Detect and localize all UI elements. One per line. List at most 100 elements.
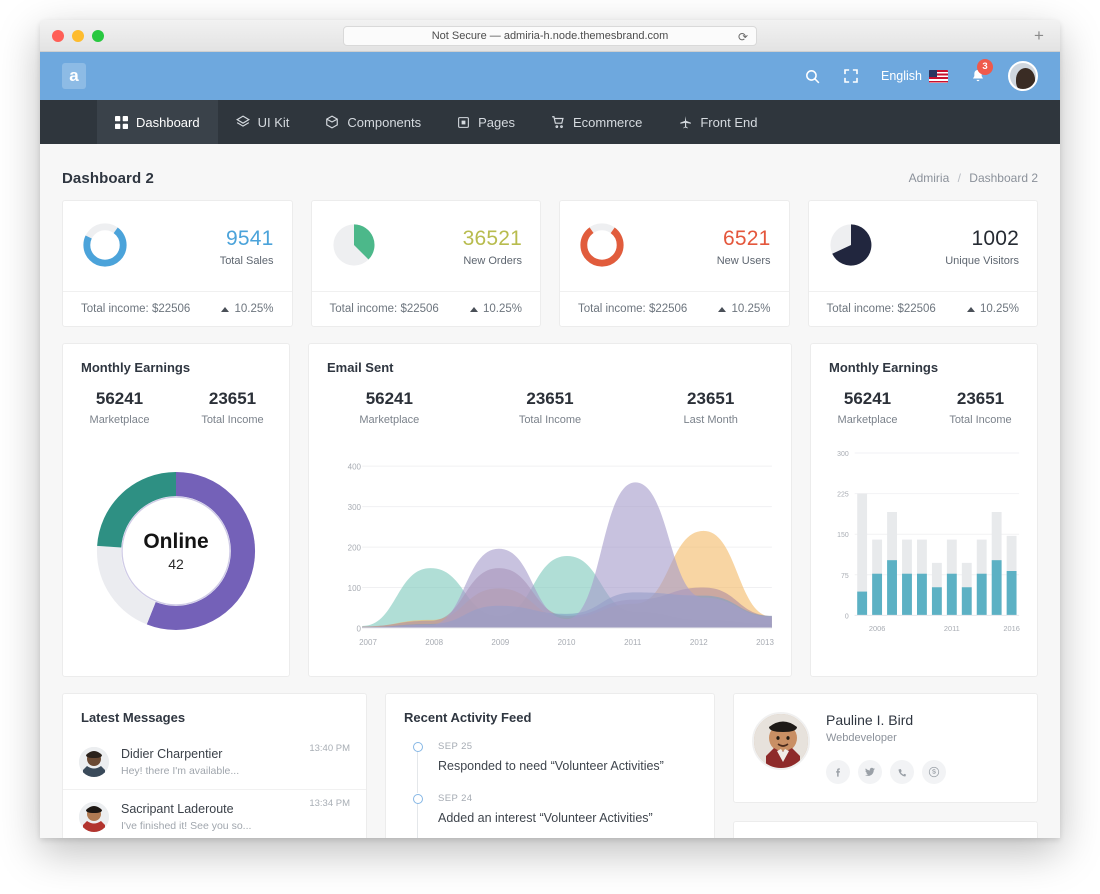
grid-icon	[115, 115, 128, 129]
cart-icon	[551, 115, 565, 129]
stat-card-new-orders: 36521 New Orders Total income: $22506 10…	[310, 200, 541, 327]
twitter-icon[interactable]	[858, 760, 882, 784]
layers-icon	[235, 115, 250, 129]
kpi-group: 56241 Marketplace 23651 Total Income	[811, 375, 1037, 426]
kpi-label: Total Income	[949, 414, 1012, 426]
right-column: Pauline I. Bird Webdeveloper	[733, 693, 1038, 838]
trend-up-icon	[966, 306, 975, 312]
notification-badge: 3	[977, 58, 993, 75]
activity-date: SEP 25	[438, 741, 473, 752]
stat-percent-value: 10.25%	[979, 303, 1019, 315]
stat-percent: 10.25%	[966, 303, 1019, 315]
phone-icon[interactable]	[890, 760, 914, 784]
breadcrumb-current: Dashboard 2	[969, 171, 1038, 185]
kpi-value: 23651	[687, 389, 735, 408]
close-window-button[interactable]	[52, 29, 64, 42]
svg-text:300: 300	[837, 451, 849, 458]
activity-item[interactable]: SEP 25 Responded to need “Volunteer Activ…	[386, 735, 714, 793]
nav-item-components[interactable]: Components	[307, 100, 439, 144]
nav-item-dashboard[interactable]: Dashboard	[97, 100, 218, 144]
svg-text:2016: 2016	[1003, 624, 1019, 633]
reload-icon[interactable]: ⟳	[738, 29, 748, 45]
svg-text:0: 0	[357, 625, 362, 634]
card-title: Recent Activity Feed	[404, 710, 532, 725]
kpi-value: 23651	[956, 389, 1005, 408]
svg-text:100: 100	[348, 584, 362, 593]
notification-bell[interactable]: 3	[970, 58, 993, 85]
list-item[interactable]: Didier Charpentier Hey! there I'm availab…	[63, 735, 366, 789]
breadcrumb-root[interactable]: Admiria	[909, 171, 950, 185]
svg-text:2011: 2011	[624, 638, 642, 647]
live-order-card: ❤ You have a live Order !!	[733, 821, 1038, 838]
stat-value: 6521	[722, 227, 771, 250]
svg-text:2006: 2006	[869, 624, 885, 633]
skype-icon[interactable]	[922, 760, 946, 784]
page-content: 9541 Total Sales Total income: $22506 10…	[40, 200, 1060, 838]
stat-percent-value: 10.25%	[234, 303, 274, 315]
donut-center-text: Online 42	[143, 530, 208, 572]
nav-label: Components	[347, 114, 422, 130]
svg-text:2008: 2008	[425, 638, 443, 647]
new-users-donut-chart	[578, 221, 626, 274]
new-orders-pie-chart	[330, 221, 378, 274]
kpi-group: 56241 Marketplace 23651 Total Income	[63, 375, 289, 426]
language-label: English	[881, 69, 922, 83]
breadcrumb-separator: /	[957, 171, 961, 185]
nav-item-front-end[interactable]: Front End	[660, 100, 775, 144]
kpi-total-income: 23651 Total Income	[470, 389, 631, 426]
nav-item-ecommerce[interactable]: Ecommerce	[533, 100, 660, 144]
search-icon[interactable]	[804, 68, 821, 85]
bottom-row: Latest Messages Didier Charpentier Hey! t…	[62, 693, 1038, 838]
kpi-value: 56241	[365, 389, 413, 408]
card-title: Monthly Earnings	[81, 360, 191, 375]
app-topbar: a English 3	[40, 52, 1060, 100]
page-title: Dashboard 2	[62, 169, 154, 187]
nav-label: UI Kit	[257, 114, 290, 130]
nav-label: Front End	[700, 114, 758, 130]
stat-label: New Users	[716, 255, 771, 267]
svg-text:2013: 2013	[756, 638, 774, 647]
kpi-marketplace: 56241 Marketplace	[63, 389, 176, 426]
kpi-last-month: 23651 Last Month	[630, 389, 791, 426]
activity-text: Added an interest “Volunteer Activities”	[438, 811, 653, 825]
kpi-value: 56241	[95, 389, 144, 408]
maximize-window-button[interactable]	[92, 29, 104, 42]
browser-window: Not Secure — admiria-h.node.themesbrand.…	[40, 20, 1060, 838]
topbar-actions: English 3	[804, 58, 1038, 91]
facebook-icon[interactable]	[826, 760, 850, 784]
svg-text:0: 0	[845, 613, 849, 620]
monthly-earnings-bar-chart: 0 75 150 225 300 2006 2011 2016	[821, 440, 1027, 668]
kpi-marketplace: 56241 Marketplace	[309, 389, 470, 426]
svg-text:2010: 2010	[558, 638, 576, 647]
list-item[interactable]: Sacripant Laderoute I've finished it! See…	[63, 789, 366, 838]
svg-text:2011: 2011	[944, 624, 960, 633]
stat-percent-value: 10.25%	[482, 303, 522, 315]
airplane-icon	[678, 115, 692, 129]
profile-card: Pauline I. Bird Webdeveloper	[733, 693, 1038, 803]
nav-item-ui-kit[interactable]: UI Kit	[218, 100, 308, 144]
kpi-group: 56241 Marketplace 23651 Total Income 236…	[309, 375, 791, 426]
address-bar[interactable]: Not Secure — admiria-h.node.themesbrand.…	[343, 25, 757, 46]
language-selector[interactable]: English	[881, 69, 948, 83]
stat-card-unique-visitors: 1002 Unique Visitors Total income: $2250…	[807, 200, 1038, 327]
nav-item-pages[interactable]: Pages	[439, 100, 533, 144]
kpi-value: 23651	[526, 389, 574, 408]
monthly-earnings-bar-card: Monthly Earnings 56241 Marketplace 23651…	[810, 343, 1038, 677]
fullscreen-icon[interactable]	[843, 68, 859, 84]
browser-titlebar: Not Secure — admiria-h.node.themesbrand.…	[40, 20, 1060, 52]
message-time: 13:40 PM	[309, 743, 350, 754]
new-tab-button[interactable]: +	[1028, 26, 1050, 48]
profile-name: Pauline I. Bird	[826, 712, 914, 728]
total-sales-donut-chart	[81, 221, 129, 274]
app-logo[interactable]: a	[62, 63, 86, 89]
svg-text:2012: 2012	[690, 638, 708, 647]
stat-label: Unique Visitors	[945, 255, 1019, 267]
activity-item[interactable]: SEP 24 Added an interest “Volunteer Activ…	[386, 787, 714, 838]
window-controls[interactable]	[52, 29, 104, 42]
bar-chart-svg: 0 75 150 225 300 2006 2011 2016	[837, 451, 1020, 633]
kpi-label: Last Month	[683, 414, 738, 426]
minimize-window-button[interactable]	[72, 29, 84, 42]
kpi-label: Marketplace	[359, 414, 420, 426]
stat-percent-value: 10.25%	[731, 303, 771, 315]
avatar[interactable]	[1008, 61, 1038, 91]
